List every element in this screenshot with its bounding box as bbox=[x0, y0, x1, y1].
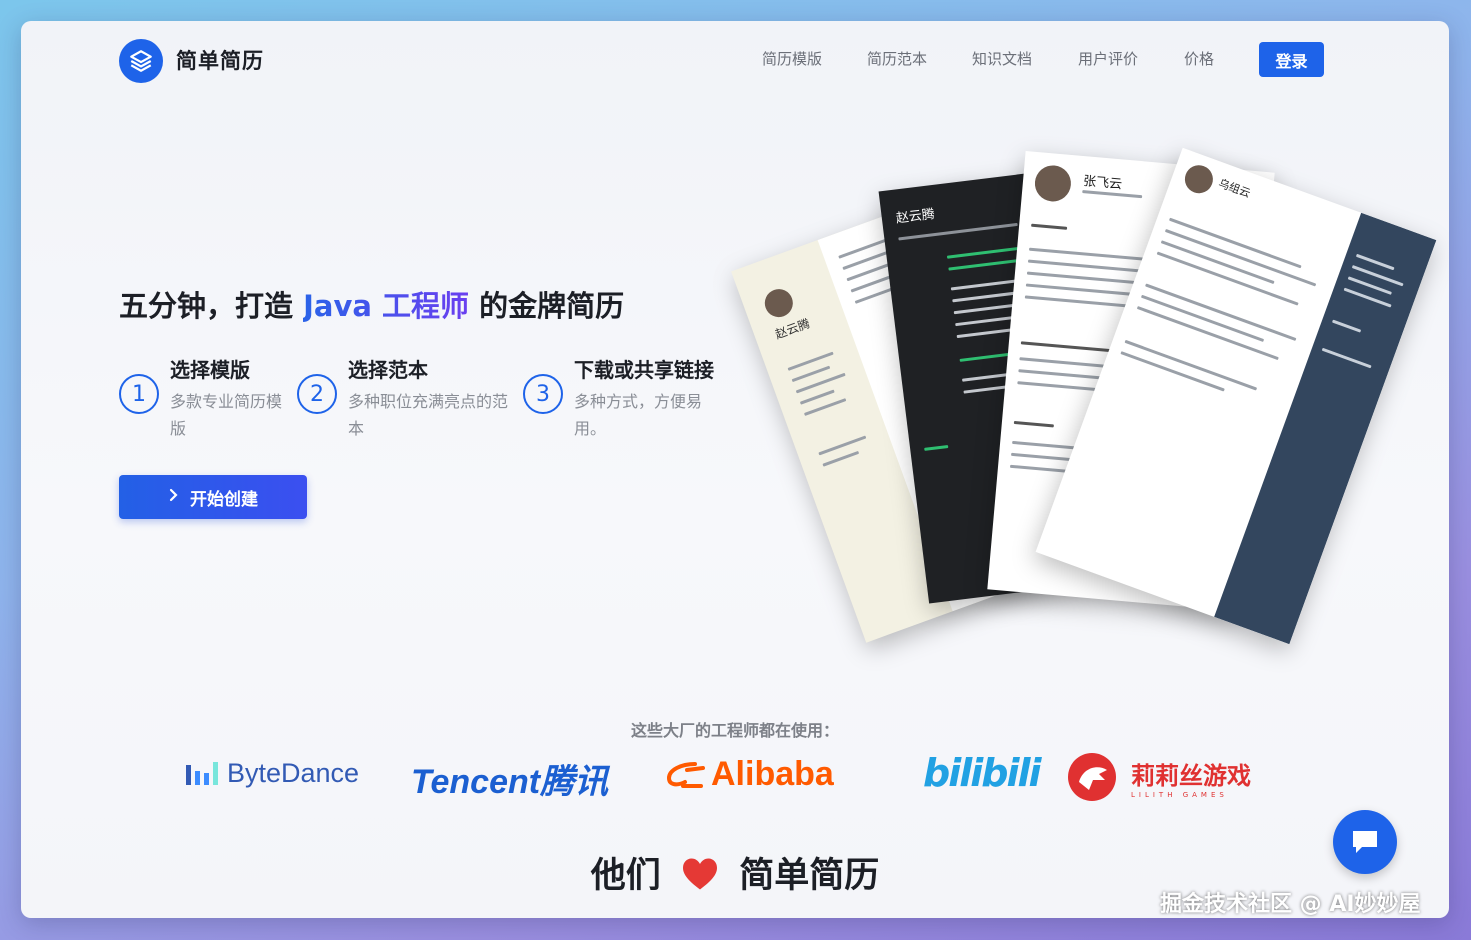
nav-templates[interactable]: 简历模版 bbox=[762, 48, 822, 69]
tencent-logo: Tencent腾讯 bbox=[411, 763, 609, 801]
login-button[interactable]: 登录 bbox=[1259, 42, 1324, 77]
alibaba-mark-icon bbox=[666, 761, 705, 788]
chat-icon[interactable] bbox=[1333, 810, 1397, 874]
companies-label: 这些大厂的工程师都在使用： bbox=[630, 721, 839, 740]
brand-name[interactable]: 简单简历 bbox=[176, 45, 264, 75]
bottom-title-left: 他们 bbox=[590, 856, 661, 896]
alibaba-logo: Alibaba bbox=[665, 755, 834, 794]
lilith-dragon-icon bbox=[1068, 753, 1116, 801]
nav-reviews[interactable]: 用户评价 bbox=[1078, 48, 1138, 69]
headline-post: 的金牌简历 bbox=[479, 289, 625, 323]
lilith-text: 莉莉丝游戏 bbox=[1131, 761, 1251, 790]
watermark: 掘金技术社区 @ AI妙妙屋 bbox=[1160, 892, 1421, 917]
card3-name: 张飞云 bbox=[1082, 174, 1123, 193]
hero-headline: 五分钟，打造 Java 工程师 的金牌简历 bbox=[119, 283, 624, 325]
bilibili-logo: bilibili bbox=[923, 751, 1042, 795]
card2-name: 赵云腾 bbox=[895, 206, 936, 227]
bytedance-bars-icon bbox=[186, 761, 218, 785]
card4-name: 乌组云 bbox=[1216, 176, 1253, 201]
nav-docs[interactable]: 知识文档 bbox=[972, 48, 1032, 69]
nav-samples[interactable]: 简历范本 bbox=[867, 48, 927, 69]
start-create-label: 开始创建 bbox=[190, 489, 258, 510]
step-3-title: 下载或共享链接 bbox=[574, 358, 714, 382]
start-create-button[interactable]: 开始创建 bbox=[119, 475, 307, 519]
bytedance-text: ByteDance bbox=[227, 758, 360, 788]
step-2-desc: 多种职位充满亮点的范本 bbox=[348, 392, 509, 438]
avatar bbox=[760, 285, 797, 322]
avatar bbox=[1033, 163, 1073, 203]
step-1-number: 1 bbox=[119, 374, 159, 414]
avatar bbox=[1180, 161, 1217, 198]
chevron-right-icon bbox=[168, 487, 180, 507]
step-3-number: 3 bbox=[523, 374, 563, 414]
alibaba-text: Alibaba bbox=[711, 755, 834, 793]
app-window: 简单简历 简历模版 简历范本 知识文档 用户评价 价格 登录 五分钟，打造 Ja… bbox=[21, 21, 1449, 918]
lilith-logo: 莉莉丝游戏 LILITH GAMES bbox=[1065, 750, 1251, 804]
card1-name: 赵云腾 bbox=[773, 316, 812, 342]
step-1-title: 选择模版 bbox=[170, 358, 250, 382]
bytedance-logo: ByteDance bbox=[185, 758, 359, 789]
lilith-subtext: LILITH GAMES bbox=[1131, 790, 1228, 799]
step-2-number: 2 bbox=[297, 374, 337, 414]
step-1-desc: 多款专业简历模版 bbox=[170, 392, 283, 438]
layers-icon[interactable] bbox=[119, 39, 163, 83]
step-2-title: 选择范本 bbox=[348, 358, 428, 382]
step-3-desc: 多种方式，方便易用。 bbox=[574, 392, 703, 438]
bottom-title-right: 简单简历 bbox=[739, 856, 880, 896]
nav-pricing[interactable]: 价格 bbox=[1184, 48, 1214, 69]
headline-highlight: Java 工程师 bbox=[303, 289, 470, 323]
headline-pre: 五分钟，打造 bbox=[119, 289, 294, 323]
heart-icon bbox=[681, 857, 719, 900]
